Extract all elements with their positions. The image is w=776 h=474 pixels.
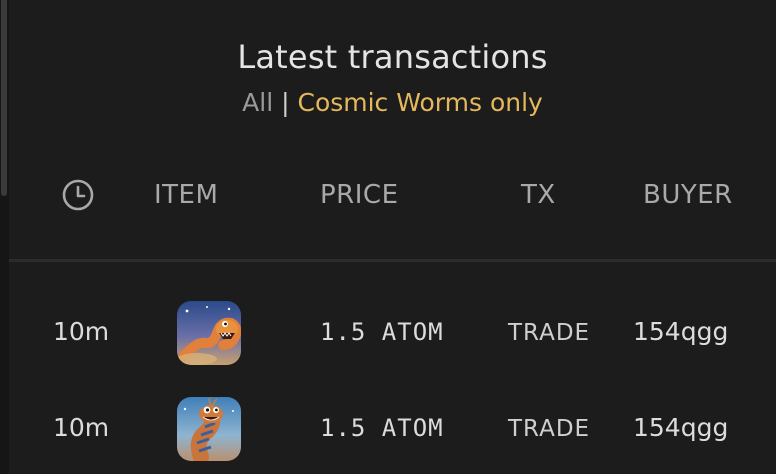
header-divider <box>9 259 776 262</box>
row-price: 1.5 ATOM <box>320 318 444 346</box>
cosmic-worm-striped-image <box>177 397 241 461</box>
latest-transactions-panel: Latest transactions All | Cosmic Worms o… <box>9 0 776 474</box>
row-buyer[interactable]: 154qgg <box>633 317 728 346</box>
cosmic-worm-orange-image <box>177 301 241 365</box>
column-header-price: PRICE <box>320 180 399 210</box>
row-price: 1.5 ATOM <box>320 414 444 442</box>
nft-thumbnail[interactable] <box>177 301 241 365</box>
clock-icon <box>62 179 94 211</box>
scrollbar-track[interactable] <box>0 0 9 474</box>
row-tx-type: TRADE <box>508 320 591 346</box>
page-title: Latest transactions <box>237 38 548 76</box>
nft-thumbnail[interactable] <box>177 397 241 461</box>
column-header-tx: TX <box>521 180 556 210</box>
filter-bar: All | Cosmic Worms only <box>9 88 776 117</box>
row-time: 10m <box>53 317 110 346</box>
filter-separator: | <box>281 88 290 117</box>
filter-cosmic-worms-link[interactable]: Cosmic Worms only <box>297 88 542 117</box>
scrollbar-thumb[interactable] <box>1 0 7 196</box>
row-time: 10m <box>53 413 110 442</box>
column-header-item: ITEM <box>154 180 219 210</box>
row-tx-type: TRADE <box>508 416 591 442</box>
filter-all-link[interactable]: All <box>242 88 273 117</box>
row-buyer[interactable]: 154qgg <box>633 413 728 442</box>
column-header-buyer: BUYER <box>643 180 733 210</box>
